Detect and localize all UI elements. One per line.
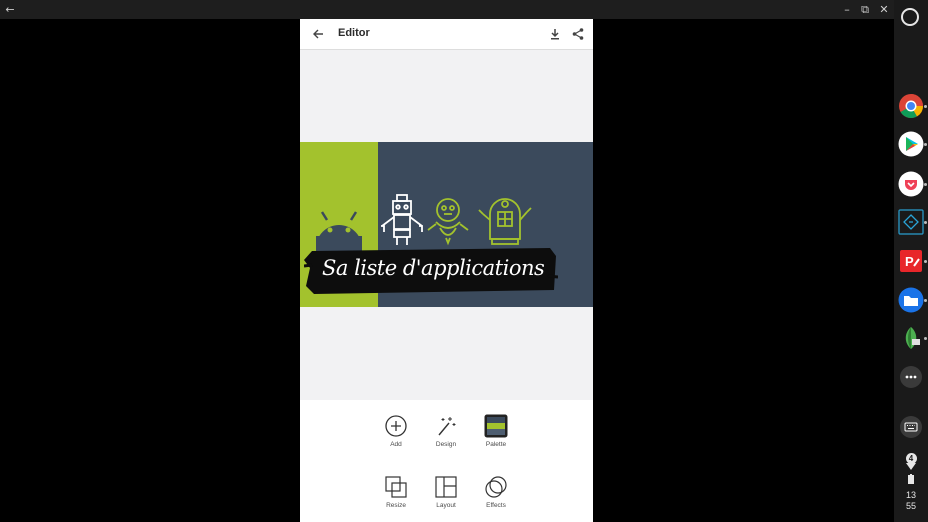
resize-icon xyxy=(385,476,407,498)
back-arrow-icon[interactable] xyxy=(310,26,326,42)
files-icon[interactable] xyxy=(898,287,924,313)
palette-tool[interactable]: Palette xyxy=(471,414,521,448)
download-icon[interactable] xyxy=(548,27,562,41)
play-store-icon[interactable] xyxy=(898,131,924,157)
palette-swatch-icon xyxy=(484,414,508,438)
effects-circles-icon xyxy=(485,476,507,498)
wifi-icon xyxy=(906,463,916,470)
clock-hours: 13 xyxy=(905,490,916,500)
launcher-icon[interactable] xyxy=(901,8,919,26)
big-robot-icon xyxy=(478,198,532,245)
layout-icon xyxy=(435,476,457,498)
plus-circle-icon xyxy=(385,415,407,437)
snapseed-icon[interactable] xyxy=(898,325,924,351)
app-bar: Editor xyxy=(300,19,593,50)
layout-tool-label: Layout xyxy=(436,502,456,509)
add-tool-label: Add xyxy=(390,441,402,448)
round-robot-icon xyxy=(427,198,469,246)
window-title-bar: ← – ⧉ ✕ xyxy=(0,0,894,19)
effects-tool[interactable]: Effects xyxy=(471,475,521,509)
clock[interactable]: 13 55 xyxy=(894,490,928,512)
clock-minutes: 55 xyxy=(905,501,916,511)
design-canvas[interactable]: Sa liste d'applications xyxy=(300,142,593,307)
restore-icon[interactable]: ⧉ xyxy=(856,0,874,19)
minimize-icon[interactable]: – xyxy=(838,0,856,19)
boxy-robot-icon xyxy=(381,194,423,245)
resize-tool-label: Resize xyxy=(386,502,406,509)
page-title: Editor xyxy=(338,27,370,39)
editor-toolbar: Add Design Palette Resize Layout Effects xyxy=(300,400,593,522)
palette-tool-label: Palette xyxy=(485,441,507,448)
design-tool[interactable]: Design xyxy=(421,414,471,448)
banner-title[interactable]: Sa liste d'applications xyxy=(322,256,552,280)
layout-tool[interactable]: Layout xyxy=(421,475,471,509)
keyboard-icon[interactable] xyxy=(898,414,924,440)
magic-wand-icon xyxy=(438,417,456,436)
pocket-icon[interactable] xyxy=(898,171,924,197)
more-apps-icon[interactable] xyxy=(898,364,924,390)
system-shelf: P 4 13 55 xyxy=(894,0,928,522)
add-tool[interactable]: Add xyxy=(371,414,421,448)
svg-text:P: P xyxy=(905,254,914,269)
pdf-editor-icon[interactable]: P xyxy=(898,248,924,274)
design-tool-label: Design xyxy=(435,441,457,448)
battery-icon xyxy=(908,474,914,484)
window-back-icon[interactable]: ← xyxy=(1,0,19,19)
chrome-icon[interactable] xyxy=(898,93,924,119)
code-app-icon[interactable] xyxy=(898,209,924,235)
effects-tool-label: Effects xyxy=(486,502,506,509)
share-icon[interactable] xyxy=(571,27,585,41)
editor-app: Editor Sa liste d'applications Add Desig… xyxy=(300,19,593,522)
close-icon[interactable]: ✕ xyxy=(875,0,893,19)
resize-tool[interactable]: Resize xyxy=(371,475,421,509)
